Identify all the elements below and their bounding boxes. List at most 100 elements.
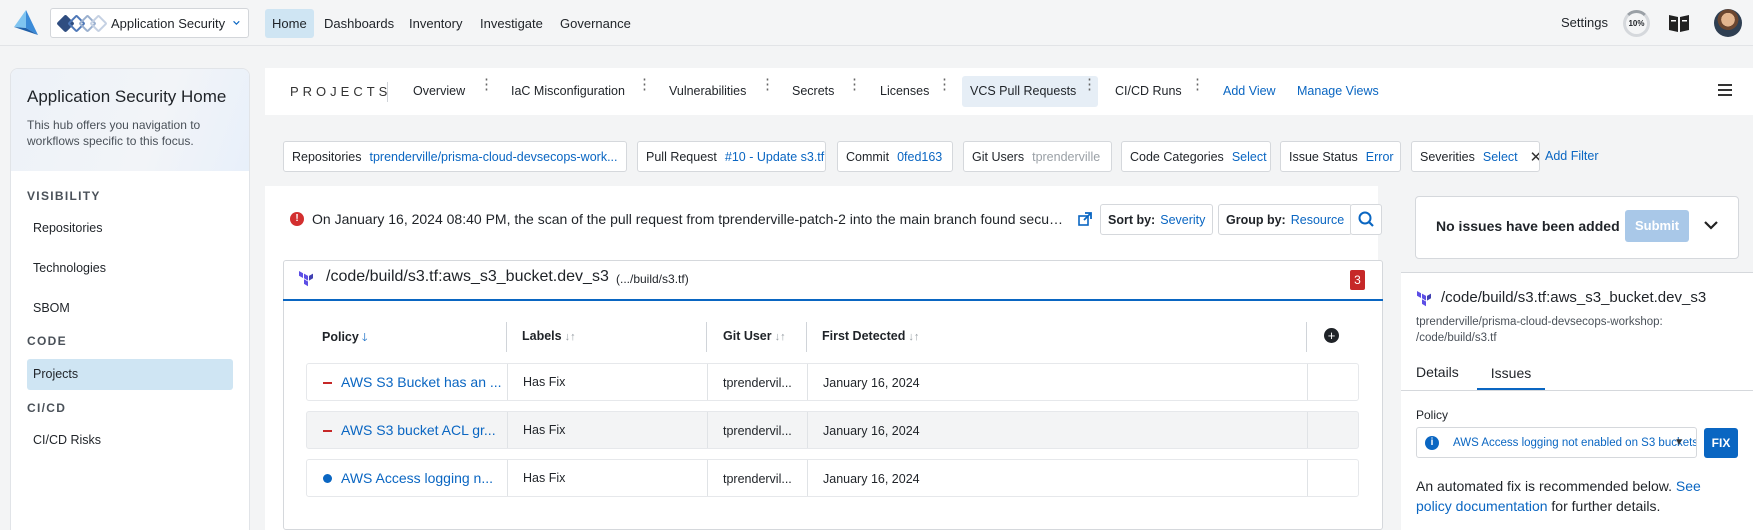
filter-severities[interactable]: Severities Select ✕: [1411, 141, 1540, 172]
sidebar-item-cicd-risks[interactable]: CI/CD Risks: [27, 425, 233, 456]
divider: [707, 364, 708, 400]
add-column-icon[interactable]: +: [1324, 328, 1339, 343]
policy-link[interactable]: AWS S3 bucket ACL gr...: [341, 422, 496, 438]
kebab-menu-icon[interactable]: ⋮: [479, 77, 494, 92]
filter-key: Issue Status: [1289, 149, 1358, 164]
column-header-label: Git User: [723, 329, 772, 343]
search-icon: [1358, 211, 1374, 227]
progress-indicator[interactable]: 10%: [1623, 10, 1650, 37]
tab-vcs-pull-requests[interactable]: VCS Pull Requests: [962, 76, 1098, 107]
kebab-menu-icon[interactable]: ⋮: [760, 77, 775, 92]
book-icon[interactable]: [1668, 12, 1690, 34]
column-header-label: Policy: [322, 330, 359, 344]
nav-home[interactable]: Home: [265, 9, 314, 38]
filter-pull-request[interactable]: Pull Request #10 - Update s3.tf: [637, 141, 826, 172]
filter-repositories[interactable]: Repositories tprenderville/prisma-cloud-…: [283, 141, 627, 172]
column-header-policy[interactable]: Policy 🡓: [322, 329, 368, 348]
policy-select[interactable]: i AWS Access logging not enabled on S3 b…: [1416, 427, 1697, 458]
column-header-first-detected[interactable]: First Detected ↓↑: [822, 329, 919, 343]
policy-link[interactable]: AWS Access logging n...: [341, 470, 493, 486]
no-issues-text: No issues have been added: [1436, 218, 1620, 234]
filter-value: Select: [1482, 149, 1518, 164]
settings-link[interactable]: Settings: [1561, 15, 1608, 30]
filter-issue-status[interactable]: Issue Status Error: [1280, 141, 1401, 172]
tab-vulnerabilities[interactable]: Vulnerabilities: [661, 76, 754, 107]
severity-high-icon: [323, 382, 332, 384]
panel-resource-title: /code/build/s3.tf:aws_s3_bucket.dev_s3: [1441, 289, 1707, 306]
group-by-value: Resource: [1290, 212, 1345, 227]
policy-link[interactable]: AWS S3 Bucket has an ...: [341, 374, 502, 390]
manage-views-link[interactable]: Manage Views: [1297, 84, 1379, 98]
sidebar-item-technologies[interactable]: Technologies: [27, 253, 233, 284]
hamburger-menu-icon[interactable]: [1718, 84, 1732, 96]
filter-code-categories[interactable]: Code Categories Select: [1121, 141, 1271, 172]
tab-issues[interactable]: Issues: [1477, 356, 1545, 390]
column-header-git-user[interactable]: Git User ↓↑: [723, 329, 786, 343]
section-label: PROJECTS: [290, 84, 392, 99]
nav-governance[interactable]: Governance: [553, 9, 638, 38]
divider: [1307, 364, 1308, 400]
divider: [507, 460, 508, 496]
resource-title[interactable]: /code/build/s3.tf:aws_s3_bucket.dev_s3: [326, 268, 609, 286]
tab-overview[interactable]: Overview: [405, 76, 473, 107]
search-button[interactable]: [1350, 204, 1382, 235]
kebab-menu-icon[interactable]: ⋮: [847, 77, 862, 92]
sort-by-dropdown[interactable]: Sort by: Severity: [1100, 204, 1214, 235]
tab-cicd-runs[interactable]: CI/CD Runs: [1107, 76, 1190, 107]
avatar[interactable]: [1714, 9, 1742, 37]
sort-icon: ↓↑: [908, 331, 920, 343]
kebab-menu-icon[interactable]: ⋮: [937, 77, 952, 92]
external-link-icon[interactable]: [1078, 212, 1092, 226]
nav-dashboards[interactable]: Dashboards: [317, 9, 401, 38]
issue-count-badge: 3: [1350, 270, 1365, 290]
sidebar-item-sbom[interactable]: SBOM: [27, 293, 233, 324]
tab-iac-misconfiguration[interactable]: IaC Misconfiguration: [503, 76, 633, 107]
app-selector-icon: [56, 13, 108, 33]
git-user-cell: tprendervil...: [723, 376, 792, 390]
first-detected-cell: January 16, 2024: [823, 424, 920, 438]
app-selector-dropdown[interactable]: Application Security: [50, 8, 249, 38]
prisma-logo-icon[interactable]: [12, 9, 40, 37]
tab-details[interactable]: Details: [1416, 364, 1459, 380]
column-divider[interactable]: [706, 322, 707, 352]
add-view-link[interactable]: Add View: [1223, 84, 1276, 98]
terraform-icon: [299, 271, 313, 287]
kebab-menu-icon[interactable]: ⋮: [1082, 77, 1097, 92]
divider: [1401, 390, 1753, 391]
close-icon[interactable]: ✕: [1530, 148, 1539, 166]
group-by-dropdown[interactable]: Group by: Resource: [1218, 204, 1353, 235]
column-header-label: Labels: [522, 329, 562, 343]
sidebar-item-projects[interactable]: Projects: [27, 359, 233, 390]
kebab-menu-icon[interactable]: ⋮: [637, 77, 652, 92]
filter-commit[interactable]: Commit 0fed163: [837, 141, 953, 172]
labels-cell: Has Fix: [523, 423, 566, 437]
chevron-down-icon[interactable]: [1704, 219, 1718, 231]
sort-down-icon: 🡓: [361, 332, 368, 344]
chevron-down-icon: [233, 20, 240, 25]
divider: [1307, 412, 1308, 448]
column-header-labels[interactable]: Labels ↓↑: [522, 329, 576, 343]
tab-secrets[interactable]: Secrets: [784, 76, 842, 107]
fix-button[interactable]: FIX: [1704, 428, 1738, 458]
panel-resource-subtitle: tprenderville/prisma-cloud-devsecops-wor…: [1416, 316, 1663, 344]
column-divider[interactable]: [506, 322, 507, 352]
filter-value: #10 - Update s3.tf: [724, 149, 825, 164]
sidebar-item-repositories[interactable]: Repositories: [27, 213, 233, 244]
nav-inventory[interactable]: Inventory: [402, 9, 469, 38]
submit-button[interactable]: Submit: [1625, 210, 1689, 242]
nav-investigate[interactable]: Investigate: [473, 9, 550, 38]
divider: [707, 460, 708, 496]
sidebar-section-cicd: CI/CD: [27, 401, 67, 415]
divider: [707, 412, 708, 448]
add-filter-link[interactable]: Add Filter: [1545, 149, 1599, 163]
group-by-label: Group by:: [1226, 212, 1286, 227]
info-icon: i: [1425, 435, 1439, 450]
tab-licenses[interactable]: Licenses: [872, 76, 937, 107]
kebab-menu-icon[interactable]: ⋮: [1190, 77, 1205, 92]
divider: [387, 82, 388, 102]
chevron-down-icon: ▼: [1674, 437, 1684, 448]
sidebar-description: This hub offers you navigation to workfl…: [27, 118, 201, 148]
filter-git-users[interactable]: Git Users tprenderville: [963, 141, 1112, 172]
git-user-cell: tprendervil...: [723, 472, 792, 486]
column-divider[interactable]: [806, 322, 807, 352]
